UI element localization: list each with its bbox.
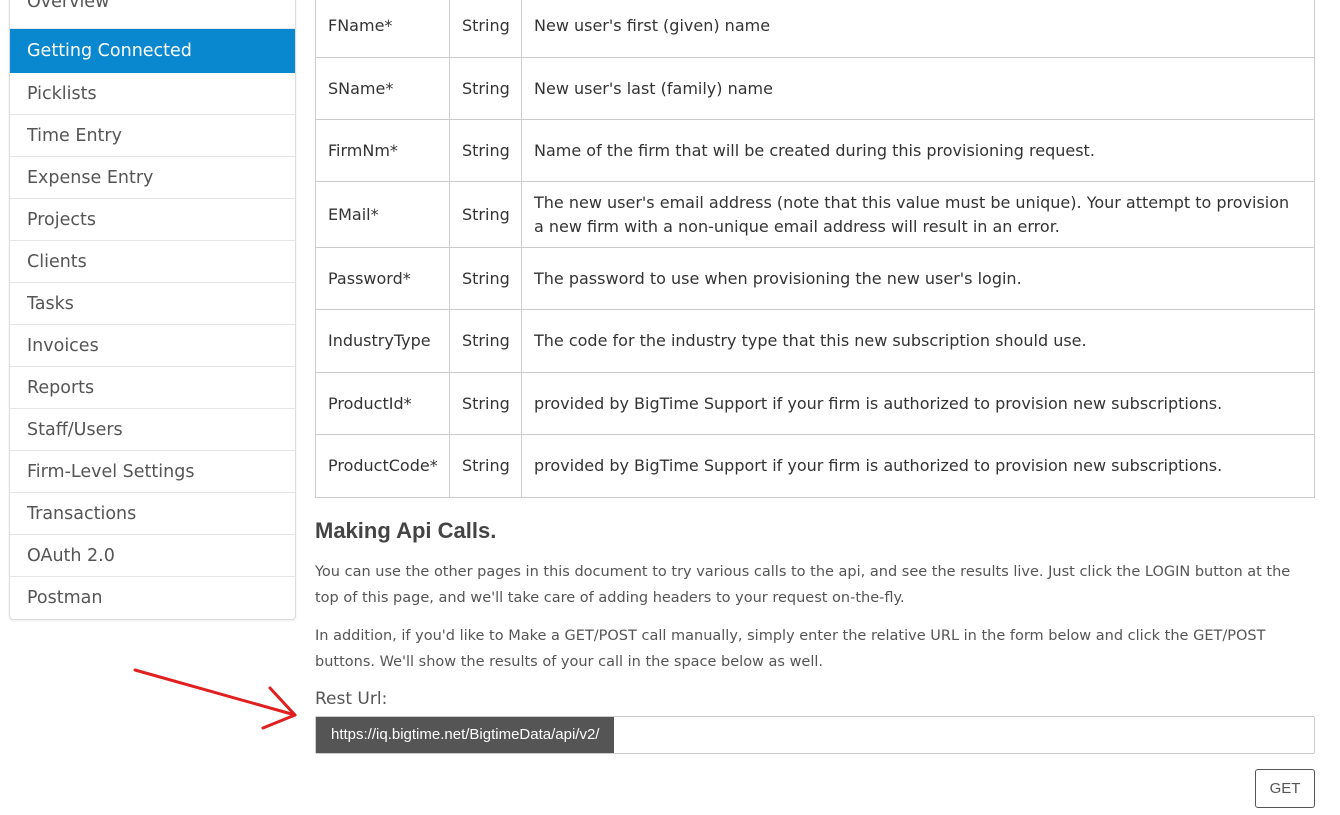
- param-description: The password to use when provisioning th…: [521, 247, 1315, 310]
- param-description: New user's last (family) name: [521, 57, 1315, 120]
- parameters-table: FName* String New user's first (given) n…: [315, 0, 1315, 498]
- sidebar-item-invoices[interactable]: Invoices: [10, 325, 295, 367]
- param-name: SName*: [315, 57, 450, 120]
- sidebar-item-time-entry[interactable]: Time Entry: [10, 115, 295, 157]
- sidebar-item-getting-connected[interactable]: Getting Connected: [10, 29, 295, 73]
- sidebar-nav: Overview Getting Connected Picklists Tim…: [9, 0, 296, 620]
- sidebar-item-firm-level-settings[interactable]: Firm-Level Settings: [10, 451, 295, 493]
- param-description: provided by BigTime Support if your firm…: [521, 372, 1315, 435]
- intro-paragraph: You can use the other pages in this docu…: [315, 564, 1291, 606]
- sidebar-item-clients[interactable]: Clients: [10, 241, 295, 283]
- sidebar-item-oauth[interactable]: OAuth 2.0: [10, 535, 295, 577]
- param-type: String: [449, 309, 522, 373]
- table-row: SName* String New user's last (family) n…: [315, 57, 1315, 120]
- table-row: IndustryType String The code for the ind…: [315, 309, 1315, 373]
- sidebar-item-projects[interactable]: Projects: [10, 199, 295, 241]
- param-name: ProductCode*: [315, 434, 450, 498]
- rest-url-input-group: https://iq.bigtime.net/BigtimeData/api/v…: [315, 716, 1315, 754]
- table-row: ProductCode* String provided by BigTime …: [315, 434, 1315, 498]
- table-row: FName* String New user's first (given) n…: [315, 0, 1315, 58]
- instructions-paragraph: In addition, if you'd like to Make a GET…: [315, 628, 1266, 670]
- param-type: String: [449, 372, 522, 435]
- param-name: FirmNm*: [315, 119, 450, 182]
- param-name: EMail*: [315, 181, 450, 248]
- section-title: Making Api Calls.: [315, 518, 497, 543]
- get-button[interactable]: GET: [1255, 769, 1315, 808]
- param-type: String: [449, 119, 522, 182]
- sidebar-item-expense-entry[interactable]: Expense Entry: [10, 157, 295, 199]
- table-row: FirmNm* String Name of the firm that wil…: [315, 119, 1315, 182]
- table-row: Password* String The password to use whe…: [315, 247, 1315, 310]
- sidebar-item-staff-users[interactable]: Staff/Users: [10, 409, 295, 451]
- param-description: The code for the industry type that this…: [521, 309, 1315, 373]
- param-name: ProductId*: [315, 372, 450, 435]
- param-description: New user's first (given) name: [521, 0, 1315, 58]
- param-description: The new user's email address (note that …: [521, 181, 1315, 248]
- table-row: EMail* String The new user's email addre…: [315, 181, 1315, 248]
- sidebar-item-overview[interactable]: Overview: [10, 0, 295, 29]
- param-type: String: [449, 0, 522, 58]
- param-name: FName*: [315, 0, 450, 58]
- red-arrow-icon: [133, 668, 297, 730]
- table-row: ProductId* String provided by BigTime Su…: [315, 372, 1315, 435]
- param-description: Name of the firm that will be created du…: [521, 119, 1315, 182]
- param-type: String: [449, 181, 522, 248]
- sidebar-item-picklists[interactable]: Picklists: [10, 73, 295, 115]
- sidebar-item-tasks[interactable]: Tasks: [10, 283, 295, 325]
- param-name: Password*: [315, 247, 450, 310]
- sidebar-item-transactions[interactable]: Transactions: [10, 493, 295, 535]
- param-name: IndustryType: [315, 309, 450, 373]
- rest-url-label: Rest Url:: [315, 689, 388, 709]
- sidebar-item-postman[interactable]: Postman: [10, 577, 295, 619]
- rest-url-input[interactable]: [614, 717, 1314, 753]
- param-description: provided by BigTime Support if your firm…: [521, 434, 1315, 498]
- param-type: String: [449, 57, 522, 120]
- url-prefix: https://iq.bigtime.net/BigtimeData/api/v…: [316, 717, 615, 753]
- sidebar-item-reports[interactable]: Reports: [10, 367, 295, 409]
- param-type: String: [449, 247, 522, 310]
- param-type: String: [449, 434, 522, 498]
